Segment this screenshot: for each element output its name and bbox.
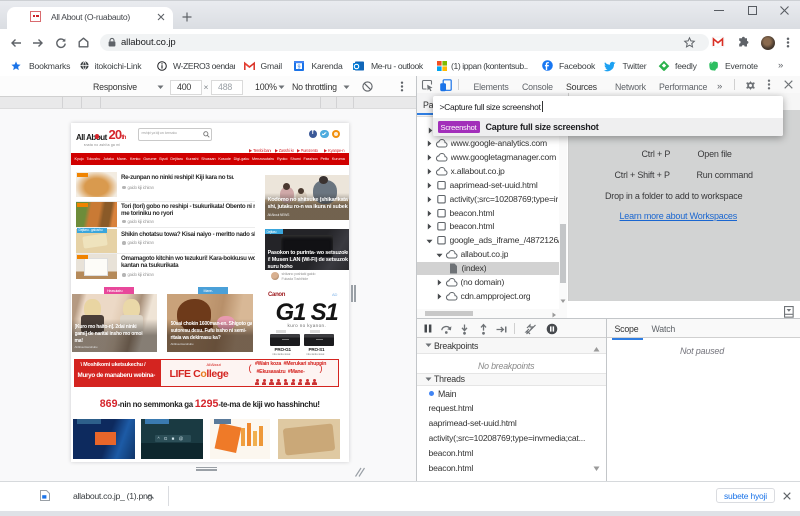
svg-text:9: 9 bbox=[298, 64, 301, 70]
